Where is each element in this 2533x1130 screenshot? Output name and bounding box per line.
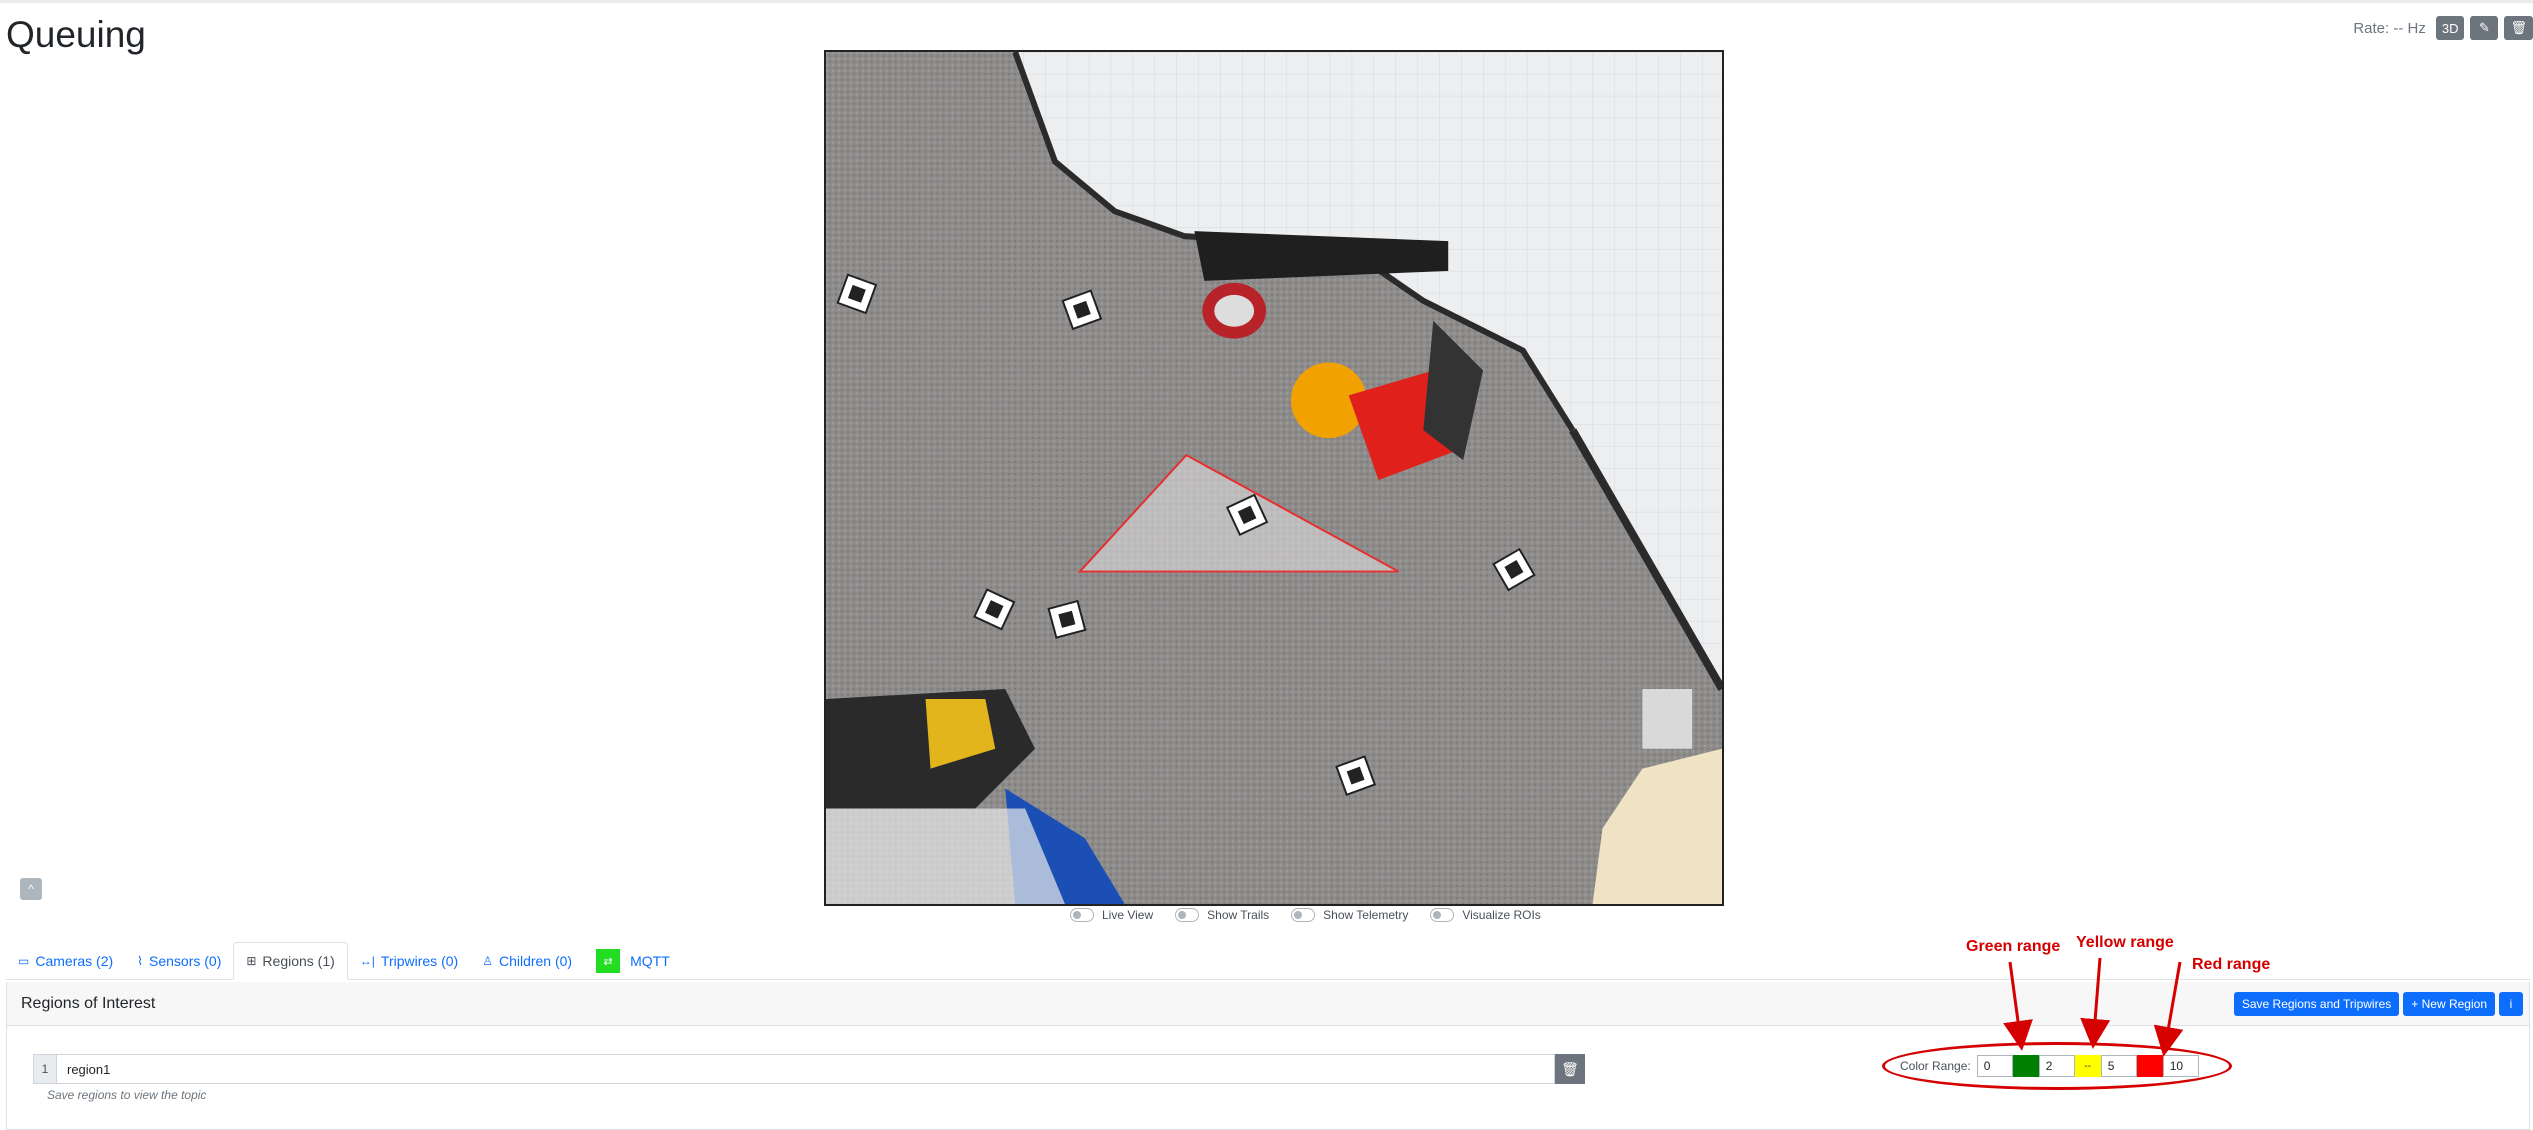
show-trails-toggle[interactable]: Show Trails (1175, 908, 1269, 922)
trash-icon: 🗑 (2510, 20, 2527, 35)
show-telemetry-toggle[interactable]: Show Telemetry (1291, 908, 1408, 922)
visualize-rois-toggle[interactable]: Visualize ROIs (1430, 908, 1541, 922)
tab-tripwires[interactable]: ↔| Tripwires (0) (348, 943, 470, 979)
view-toggles: Live View Show Trails Show Telemetry Vis… (1070, 908, 1541, 922)
info-icon: i (2509, 997, 2513, 1011)
annotation-ellipse (1882, 1042, 2232, 1090)
tab-regions[interactable]: ⊞ Regions (1) (233, 942, 348, 980)
top-right-controls: Rate: -- Hz 3D ✎ 🗑 (2353, 16, 2533, 40)
region-hint: Save regions to view the topic (47, 1088, 207, 1102)
switch-icon (1175, 908, 1200, 922)
collapse-button[interactable]: ^ (20, 878, 42, 900)
camera-icon: ▭ (18, 954, 30, 968)
card-header-buttons: Save Regions and Tripwires + New Region … (2233, 992, 2523, 1016)
delete-scene-button[interactable]: 🗑 (2504, 16, 2533, 40)
tab-cameras[interactable]: ▭ Cameras (2) (6, 943, 125, 979)
annotation-yellow-range: Yellow range (2076, 934, 2174, 951)
region-icon: ⊞ (246, 954, 257, 968)
new-region-button[interactable]: + New Region (2403, 992, 2495, 1016)
card-title: Regions of Interest (21, 994, 156, 1012)
region-number: 1 (33, 1054, 57, 1084)
annotation-green-range: Green range (1966, 938, 2061, 955)
children-icon: ♙ (482, 954, 493, 968)
switch-icon (1070, 908, 1094, 922)
live-view-toggle[interactable]: Live View (1070, 908, 1153, 922)
switch-icon (1430, 908, 1455, 922)
scene-map[interactable] (824, 50, 1724, 906)
edit-scene-button[interactable]: ✎ (2470, 16, 2499, 40)
rate-readout: Rate: -- Hz (2353, 19, 2426, 37)
region-name-input[interactable]: region1 (57, 1054, 1555, 1084)
tab-children[interactable]: ♙ Children (0) (470, 943, 584, 979)
tab-sensors[interactable]: ⌇ Sensors (0) (125, 943, 233, 979)
sensor-icon: ⌇ (137, 954, 143, 968)
annotation-red-range: Red range (2192, 956, 2271, 973)
mqtt-status-icon: ⇄ (596, 949, 621, 973)
tab-mqtt[interactable]: ⇄ MQTT (584, 943, 682, 979)
pencil-icon: ✎ (2479, 20, 2490, 35)
page-title: Queuing (6, 14, 146, 55)
tripwire-icon: ↔| (359, 954, 375, 968)
top-border (0, 0, 2533, 3)
save-regions-button[interactable]: Save Regions and Tripwires (2233, 992, 2400, 1016)
3d-view-button[interactable]: 3D (2435, 16, 2465, 40)
regions-card-header: Regions of Interest (7, 982, 2529, 1026)
switch-icon (1291, 908, 1316, 922)
delete-region-button[interactable]: 🗑 (1555, 1054, 1585, 1084)
scene-map-image (826, 52, 1722, 904)
trash-icon: 🗑 (1561, 1060, 1579, 1077)
info-button[interactable]: i (2499, 992, 2523, 1016)
region-row: 1 region1 🗑 (33, 1054, 1585, 1084)
